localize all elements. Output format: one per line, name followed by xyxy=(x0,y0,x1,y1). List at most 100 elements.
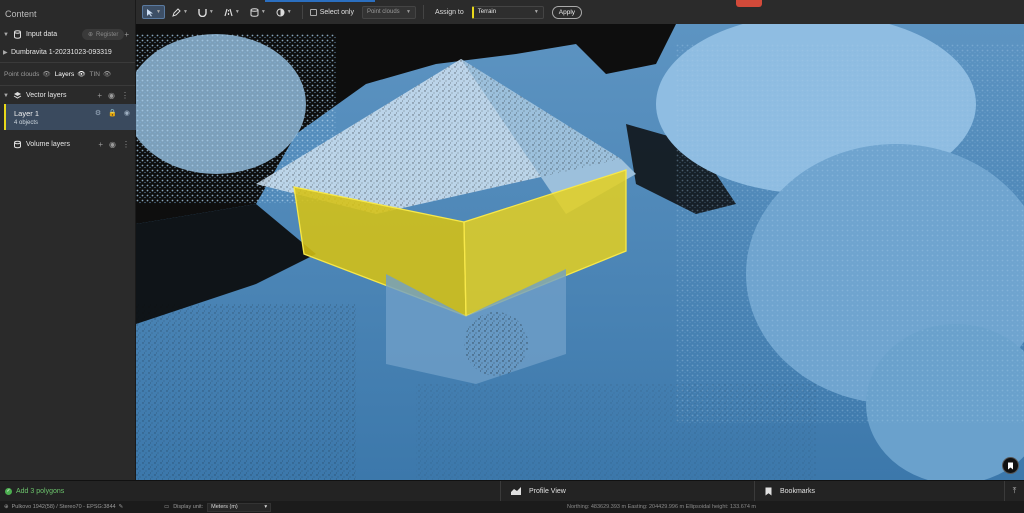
tab-layers-label: Layers xyxy=(54,70,75,78)
crs-text: Pulkovo 1942(58) / Stereo70 - EPSG:3844 xyxy=(11,504,116,510)
dataset-row[interactable]: ▶ Dumbravita 1-20231023-093319 xyxy=(0,43,135,61)
toolbar-divider xyxy=(422,5,424,19)
road-tool-button[interactable]: ▼ xyxy=(221,5,243,19)
task-status-text: Add 3 polygons xyxy=(16,487,65,495)
chevron-down-icon: ▼ xyxy=(234,9,240,15)
chevron-down-icon: ▼ xyxy=(156,9,161,15)
cursor-icon xyxy=(147,8,153,16)
status-footer: ⊕ Pulkovo 1942(58) / Stereo70 - EPSG:384… xyxy=(0,501,1024,513)
tab-point-clouds-label: Point clouds xyxy=(4,70,40,78)
assign-class-select[interactable]: Terrain ▼ xyxy=(471,5,544,19)
crs-display[interactable]: ⊕ Pulkovo 1942(58) / Stereo70 - EPSG:384… xyxy=(4,504,160,510)
chevron-down-icon: ▼ xyxy=(533,9,539,15)
more-icon[interactable]: ⋮ xyxy=(122,140,130,149)
eye-icon[interactable]: ◉ xyxy=(108,91,115,100)
content-panel: Content ▼ Input data ⊕ Register + ▶ Dumb… xyxy=(0,0,136,480)
database-icon xyxy=(11,30,23,40)
loading-indicator xyxy=(265,0,375,2)
assign-to-label: Assign to xyxy=(434,8,464,16)
toolbar: ▼ ▼ ▼ ▼ ▼ ▼ Select only Point clouds ▼ A… xyxy=(136,0,1024,24)
add-icon[interactable]: + xyxy=(124,30,129,39)
globe-icon: ⊕ xyxy=(4,504,9,510)
chevron-down-icon[interactable]: ▼ xyxy=(3,32,11,38)
layer-object-count: 4 objects xyxy=(14,120,39,126)
chevron-down-icon: ▼ xyxy=(286,9,292,15)
bookmarks-tab[interactable]: Bookmarks xyxy=(754,480,1004,502)
magnet-icon xyxy=(198,8,207,17)
dataset-name: Dumbravita 1-20231023-093319 xyxy=(11,48,112,56)
vector-layers-label: Vector layers xyxy=(26,92,67,99)
display-unit-select[interactable]: Meters (m) ▾ xyxy=(207,502,272,512)
3d-viewport[interactable] xyxy=(136,24,1024,480)
tab-layers[interactable]: Layers 👁 xyxy=(54,70,86,79)
pen-icon xyxy=(172,7,181,17)
ruler-icon: ▭ xyxy=(164,504,170,510)
profile-view-tab[interactable]: Profile View xyxy=(500,480,754,502)
eye-icon[interactable]: ◉ xyxy=(109,140,116,149)
select-only-label: Select only xyxy=(319,8,354,16)
bookmarks-label: Bookmarks xyxy=(780,487,816,495)
lock-icon[interactable]: 🔒 xyxy=(108,109,117,117)
volume-icon xyxy=(11,140,23,150)
notification-marker[interactable] xyxy=(736,0,762,7)
profile-view-label: Profile View xyxy=(529,487,566,495)
volume-layers-row[interactable]: Volume layers + ◉ ⋮ xyxy=(0,136,136,153)
panel-tabs: Point clouds 👁 Layers 👁 TIN 👁 xyxy=(0,64,135,84)
chevron-down-icon[interactable]: ▼ xyxy=(3,93,11,99)
register-button[interactable]: ⊕ Register xyxy=(81,29,125,40)
input-data-label: Input data xyxy=(26,31,58,38)
register-icon: ⊕ xyxy=(87,32,93,38)
draw-tool-button[interactable]: ▼ xyxy=(169,5,191,19)
shading-tool-button[interactable]: ▼ xyxy=(273,5,295,19)
cylinder-icon xyxy=(250,7,259,17)
bottom-panel-bar: ✓ Add 3 polygons Profile View Bookmarks … xyxy=(0,480,1024,502)
assign-class-value: Terrain xyxy=(477,9,497,15)
bookmark-icon xyxy=(1008,462,1013,469)
eye-icon[interactable]: ◉ xyxy=(124,109,130,117)
gear-icon[interactable]: ⚙ xyxy=(95,109,101,117)
eye-icon[interactable]: 👁 xyxy=(42,70,50,78)
volume-tool-button[interactable]: ▼ xyxy=(247,5,269,19)
pencil-icon[interactable]: ✎ xyxy=(119,504,124,510)
register-label: Register xyxy=(95,31,119,38)
bookmark-icon xyxy=(765,487,772,495)
add-icon[interactable]: + xyxy=(98,140,103,149)
layer-name: Layer 1 xyxy=(14,109,40,118)
apply-button[interactable]: Apply xyxy=(551,5,583,19)
layer-item[interactable]: Layer 1 4 objects ⚙ 🔒 ◉ xyxy=(4,104,136,130)
eye-icon[interactable]: 👁 xyxy=(103,70,111,78)
display-unit: ▭ Display unit: Meters (m) ▾ xyxy=(164,502,272,512)
road-icon xyxy=(224,8,233,16)
tab-point-clouds[interactable]: Point clouds 👁 xyxy=(4,70,51,79)
panel-title: Content xyxy=(5,9,37,19)
eye-icon[interactable]: 👁 xyxy=(77,70,85,78)
point-clouds-select[interactable]: Point clouds ▼ xyxy=(361,5,416,19)
task-status: ✓ Add 3 polygons xyxy=(0,487,500,495)
select-only-checkbox[interactable] xyxy=(309,8,317,16)
profile-chart-icon xyxy=(511,487,521,495)
point-clouds-select-value: Point clouds xyxy=(366,9,400,15)
chevron-down-icon: ▼ xyxy=(260,9,266,15)
toolbar-divider xyxy=(301,5,303,19)
snap-tool-button[interactable]: ▼ xyxy=(195,5,217,19)
select-only-toggle[interactable]: Select only xyxy=(309,8,354,16)
volume-layers-label: Volume layers xyxy=(26,141,70,148)
display-unit-label: Display unit: xyxy=(173,504,204,510)
tab-tin[interactable]: TIN 👁 xyxy=(89,70,111,79)
input-data-row[interactable]: ▼ Input data ⊕ Register + xyxy=(0,26,135,43)
add-bookmark-button[interactable] xyxy=(1002,457,1019,474)
add-icon[interactable]: + xyxy=(97,91,102,100)
more-icon[interactable]: ⋮ xyxy=(121,91,129,100)
layers-icon xyxy=(11,91,23,101)
expand-up-icon: ⤒ xyxy=(1012,486,1017,495)
chevron-down-icon: ▼ xyxy=(406,9,411,15)
chevron-right-icon[interactable]: ▶ xyxy=(3,49,11,56)
vector-layers-row[interactable]: ▼ Vector layers + ◉ ⋮ xyxy=(0,87,135,104)
expand-panel-button[interactable]: ⤒ xyxy=(1004,480,1024,502)
select-tool-button[interactable]: ▼ xyxy=(142,5,165,19)
divider xyxy=(0,62,135,63)
point-cloud-scene[interactable] xyxy=(136,24,1024,480)
chevron-down-icon: ▾ xyxy=(264,504,268,510)
divider xyxy=(0,85,135,86)
check-icon: ✓ xyxy=(5,487,12,495)
